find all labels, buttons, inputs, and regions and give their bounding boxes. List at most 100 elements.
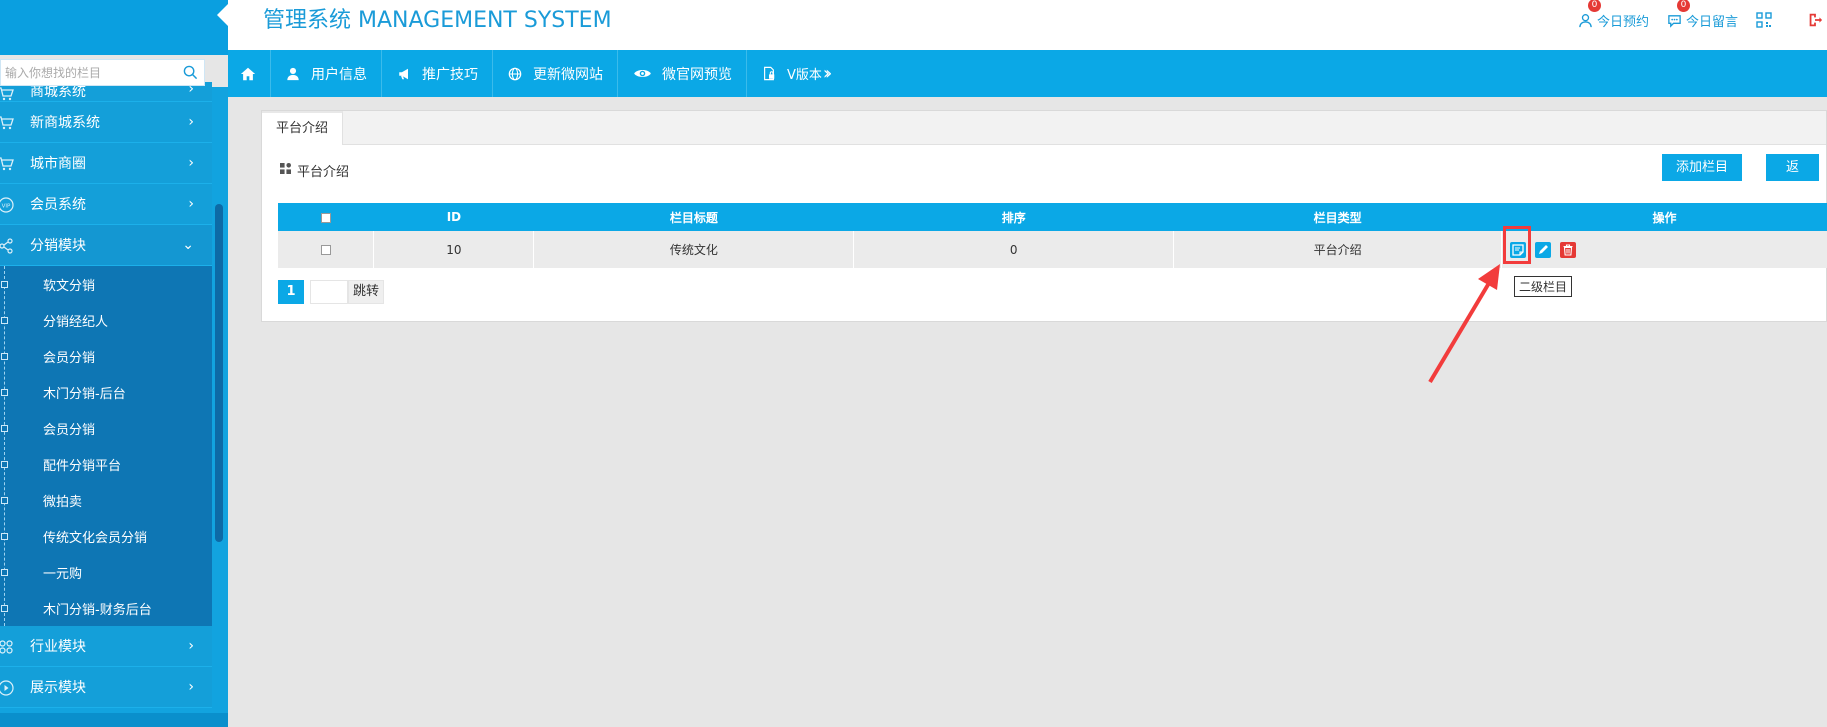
pencil-icon: [1539, 244, 1549, 254]
page-jump-input[interactable]: [310, 280, 348, 304]
page-jump-button[interactable]: 跳转: [348, 280, 385, 304]
header-title: 栏目标题: [533, 203, 855, 231]
submenu-item[interactable]: 一元购: [0, 554, 212, 590]
today-messages-link[interactable]: 0 今日留言: [1667, 0, 1738, 30]
submenu-item-label: 木门分销-后台: [43, 386, 126, 402]
submenu-item-label: 一元购: [43, 566, 83, 582]
cart-icon: [0, 86, 14, 101]
topnav-update-site[interactable]: 更新微网站: [493, 50, 618, 97]
today-appointments-link[interactable]: 0 今日预约: [1578, 0, 1649, 30]
table-header-row: ID 栏目标题 排序 栏目类型 操作: [278, 203, 1827, 231]
cell-id: 10: [373, 231, 535, 268]
tab-platform-intro[interactable]: 平台介绍: [262, 111, 344, 145]
row-select-cell: [278, 231, 375, 268]
play-icon: [0, 680, 14, 696]
globe-icon: [507, 66, 523, 82]
chevron-down-icon: ⌄: [182, 237, 194, 253]
cell-sort: 0: [853, 231, 1175, 268]
home-button[interactable]: [228, 50, 271, 97]
chevron-right-icon: ›: [188, 638, 194, 654]
tab-bar: 平台介绍: [262, 111, 1826, 145]
cart-icon: [0, 156, 14, 172]
chevron-right-icon: ›: [188, 114, 194, 130]
submenu-item[interactable]: 会员分销: [0, 338, 212, 374]
submenu-item[interactable]: 软文分销: [0, 266, 212, 302]
share-icon: [0, 238, 14, 254]
cell-title: 传统文化: [533, 231, 855, 268]
sidebar-scrollbar-thumb[interactable]: [215, 204, 223, 542]
submenu-item-label: 木门分销-财务后台: [43, 602, 152, 618]
submenu-item[interactable]: 木门分销-后台: [0, 374, 212, 410]
chevron-right-icon: ›: [188, 196, 194, 212]
row-checkbox[interactable]: [320, 245, 331, 255]
topnav-site-preview[interactable]: 微官网预览: [618, 50, 747, 97]
sidebar-item-industry[interactable]: 行业模块 ›: [0, 626, 212, 667]
columns-table: ID 栏目标题 排序 栏目类型 操作 10 传统文化 0 平台介绍: [278, 203, 1827, 268]
submenu-item-label: 软文分销: [43, 278, 96, 294]
search-icon[interactable]: [183, 65, 198, 84]
edit-button[interactable]: [1535, 241, 1552, 258]
user-icon: [1578, 12, 1594, 28]
cell-type: 平台介绍: [1173, 231, 1503, 268]
header: 管理系统 MANAGEMENT SYSTEM 0 今日预约 0 今日留言: [0, 0, 1827, 50]
sidebar-item-label: 会员系统: [30, 197, 86, 213]
topnav-item-label: 用户信息: [311, 66, 367, 83]
tree-node: [1, 352, 8, 360]
logout-button[interactable]: [1807, 12, 1827, 28]
sidebar-search-input[interactable]: [1, 60, 176, 85]
sidebar-item-label: 新商城系统: [30, 115, 100, 131]
add-column-button[interactable]: 添加栏目: [1662, 154, 1742, 181]
section-title-text: 平台介绍: [297, 165, 350, 180]
submenu-item[interactable]: 传统文化会员分销: [0, 518, 212, 554]
sidebar-item-city-circle[interactable]: 城市商圈 ›: [0, 143, 212, 184]
section-title: 平台介绍: [280, 161, 349, 180]
sidebar-collapse-notch[interactable]: [217, 4, 228, 26]
sidebar-header: [0, 0, 228, 55]
submenu-item-label: 配件分销平台: [43, 458, 122, 474]
modules-icon: [0, 639, 14, 655]
sidebar-item-new-mall[interactable]: 新商城系统 ›: [0, 102, 212, 143]
tree-node: [1, 280, 8, 288]
sidebar-item-display[interactable]: 展示模块 ›: [0, 667, 212, 708]
chevron-right-icon: ›: [188, 679, 194, 695]
sidebar-item-label: 展示模块: [30, 680, 86, 696]
header-id: ID: [373, 203, 535, 231]
qr-code-button[interactable]: [1756, 12, 1775, 28]
page-number-current[interactable]: 1: [278, 280, 304, 304]
topnav-promotion-tips[interactable]: 推广技巧: [382, 50, 493, 97]
tree-node: [1, 424, 8, 432]
submenu-item[interactable]: 微拍卖: [0, 482, 212, 518]
sidebar-item-distribution[interactable]: 分销模块 ⌄: [0, 225, 212, 266]
distribution-submenu: 软文分销 分销经纪人 会员分销 木门分销-后台 会员分销 配件分销平台 微拍卖 …: [0, 266, 212, 626]
topnav-version[interactable]: V版本 ››: [747, 50, 841, 97]
select-all-checkbox[interactable]: [320, 212, 331, 223]
tree-node: [1, 388, 8, 396]
tree-node: [1, 604, 8, 612]
submenu-item[interactable]: 配件分销平台: [0, 446, 212, 482]
sidebar-footer: [0, 713, 228, 727]
header-type: 栏目类型: [1173, 203, 1503, 231]
delete-button[interactable]: [1560, 241, 1577, 258]
back-button[interactable]: 返回: [1766, 154, 1819, 202]
topnav-item-label: V版本: [787, 68, 822, 83]
appointments-badge: 0: [1587, 0, 1601, 12]
topnav-user-info[interactable]: 用户信息: [271, 50, 382, 97]
submenu-item[interactable]: 会员分销: [0, 410, 212, 446]
user-icon: [285, 66, 301, 82]
qr-code-icon: [1756, 12, 1772, 28]
sidebar-item-member[interactable]: VIP 会员系统 ›: [0, 184, 212, 225]
tree-node: [1, 316, 8, 324]
megaphone-icon: [396, 66, 412, 82]
page-title: 管理系统 MANAGEMENT SYSTEM: [263, 8, 612, 33]
submenu-item[interactable]: 木门分销-财务后台: [0, 590, 212, 626]
header-actions: 0 今日预约 0 今日留言: [1578, 0, 1827, 40]
submenu-item[interactable]: 分销经纪人: [0, 302, 212, 338]
sidebar-item-label: 分销模块: [30, 238, 86, 254]
vip-icon: VIP: [0, 197, 14, 213]
sidebar-item-label: 城市商圈: [30, 156, 86, 172]
home-icon: [240, 66, 256, 82]
eye-icon: [632, 66, 652, 82]
top-nav: 用户信息 推广技巧 更新微网站 微官网预览 V版本 ››: [228, 50, 1827, 97]
sidebar-nav: 商城系统 › 新商城系统 › 城市商圈 › VIP 会员系统 › 分销模块 ⌄ …: [0, 82, 212, 708]
topnav-item-label: 推广技巧: [422, 66, 478, 83]
